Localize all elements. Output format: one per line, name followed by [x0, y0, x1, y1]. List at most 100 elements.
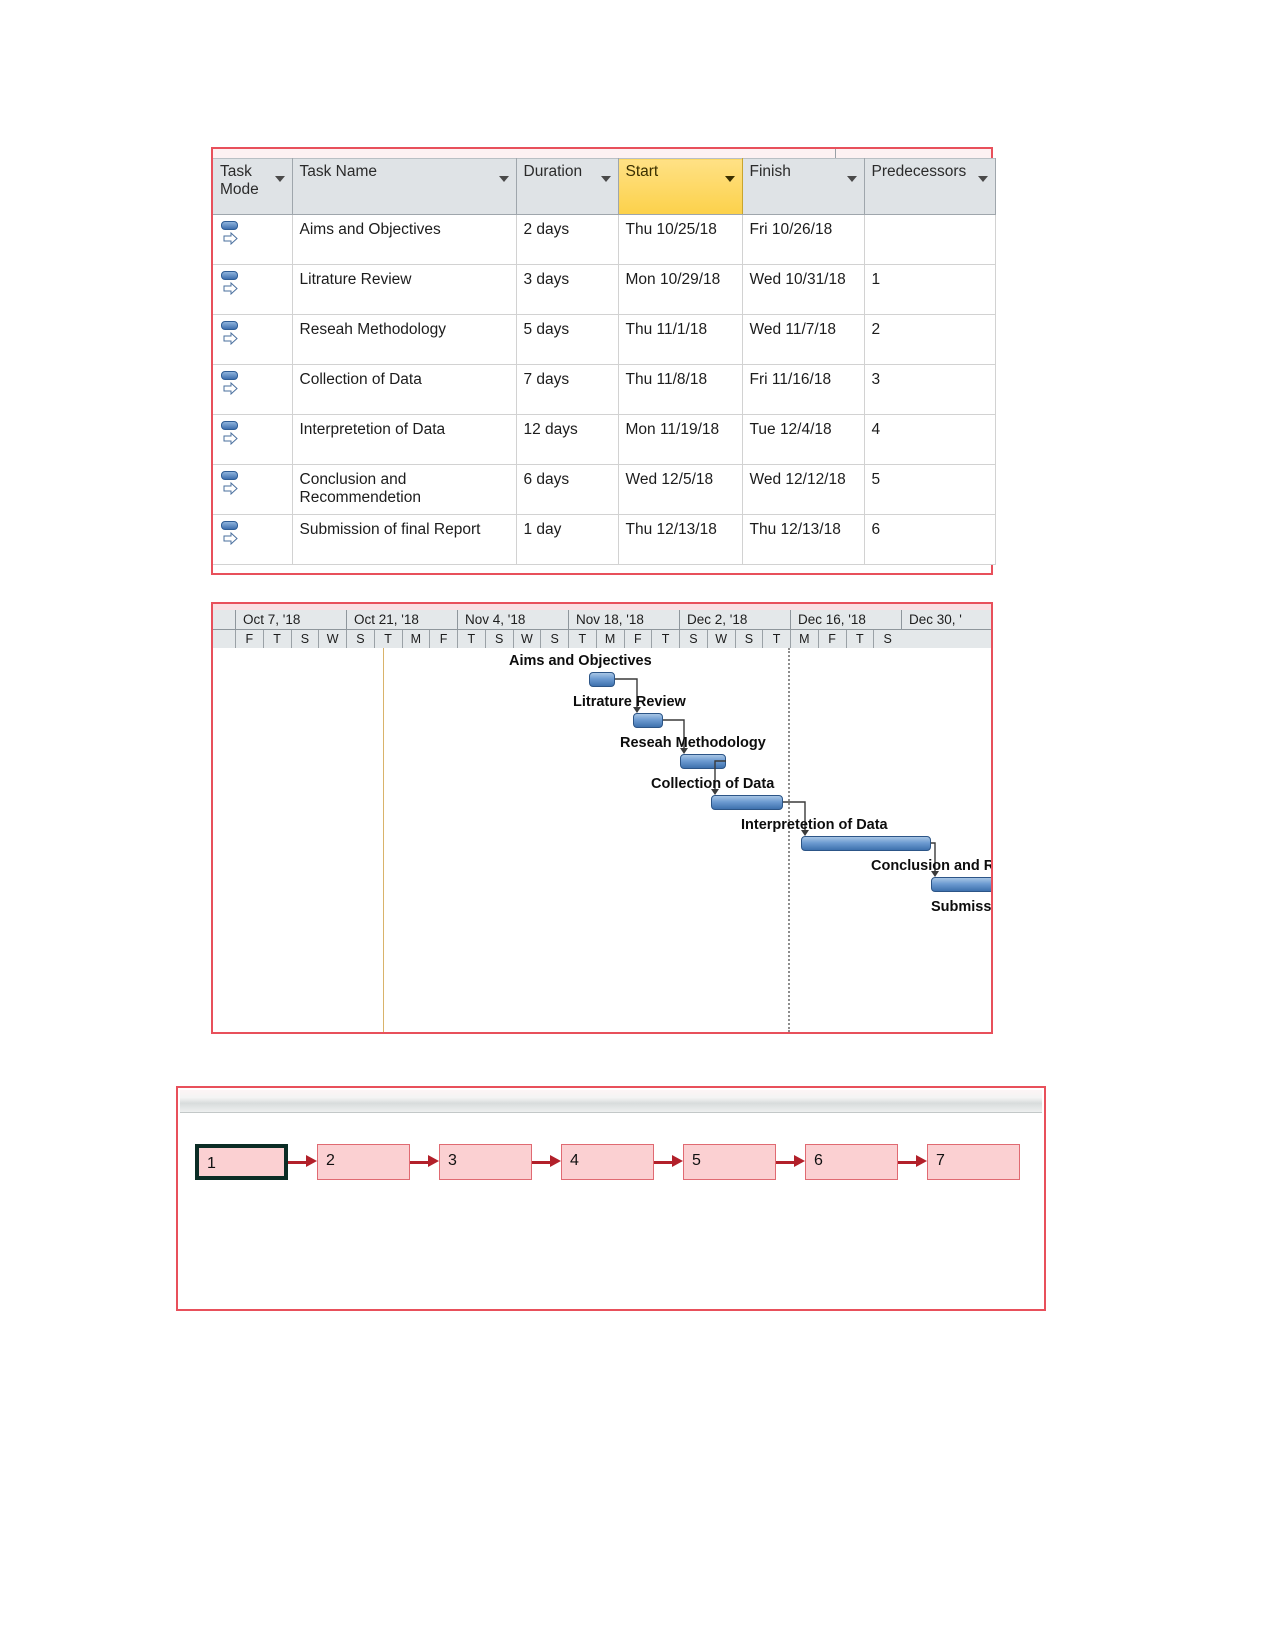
- gantt-bar-label: Collection of Data: [651, 776, 775, 792]
- cell-task-name[interactable]: Reseah Methodology: [292, 314, 517, 365]
- gantt-bar[interactable]: [801, 836, 931, 851]
- column-header-duration[interactable]: Duration: [516, 158, 619, 215]
- cell-finish[interactable]: Wed 10/31/18: [742, 264, 865, 315]
- timescale-day-label: T: [457, 630, 485, 648]
- cell-predecessors[interactable]: [864, 214, 996, 265]
- network-node[interactable]: 5: [683, 1144, 776, 1180]
- timescale-day-label: S: [679, 630, 707, 648]
- cell-finish[interactable]: Wed 11/7/18: [742, 314, 865, 365]
- cell-duration[interactable]: 2 days: [516, 214, 619, 265]
- network-link-arrow: [776, 1155, 805, 1167]
- filter-arrow-icon[interactable]: [977, 176, 988, 182]
- network-link-arrow: [288, 1155, 317, 1167]
- filter-arrow-icon[interactable]: [600, 176, 611, 182]
- column-header-start[interactable]: Start: [618, 158, 743, 215]
- network-node[interactable]: 3: [439, 1144, 532, 1180]
- gantt-bar-label: Reseah Methodology: [620, 735, 766, 751]
- timescale-week-label: Dec 2, '18: [679, 610, 790, 629]
- network-link-arrow: [532, 1155, 561, 1167]
- task-table: Task Mode Task Name Duration Start Finis…: [213, 158, 996, 565]
- cell-predecessors[interactable]: 3: [864, 364, 996, 415]
- table-header-row: Task Mode Task Name Duration Start Finis…: [213, 158, 996, 215]
- column-header-task-mode[interactable]: Task Mode: [213, 158, 293, 215]
- network-node[interactable]: 7: [927, 1144, 1020, 1180]
- column-header-label: Predecessors: [871, 163, 967, 180]
- timescale-day-label: S: [734, 630, 763, 648]
- column-resize-tick: [835, 149, 836, 158]
- cell-predecessors[interactable]: 6: [864, 514, 996, 565]
- gantt-bar-label: Aims and Objectives: [509, 653, 652, 669]
- cell-start[interactable]: Thu 10/25/18: [618, 214, 743, 265]
- timescale-day-label: W: [706, 630, 735, 648]
- timescale-day-label: T: [568, 630, 596, 648]
- network-link-arrow: [654, 1155, 683, 1167]
- column-header-predecessors[interactable]: Predecessors: [864, 158, 996, 215]
- table-row[interactable]: Litrature Review 3 days Mon 10/29/18 Wed 10…: [213, 264, 996, 315]
- filter-arrow-icon[interactable]: [724, 176, 735, 182]
- cell-task-mode[interactable]: [213, 414, 293, 465]
- cell-task-mode[interactable]: [213, 364, 293, 415]
- cell-start[interactable]: Thu 11/8/18: [618, 364, 743, 415]
- column-header-finish[interactable]: Finish: [742, 158, 865, 215]
- cell-task-name[interactable]: Submission of final Report: [292, 514, 517, 565]
- cell-predecessors[interactable]: 2: [864, 314, 996, 365]
- cell-task-mode[interactable]: [213, 514, 293, 565]
- cell-predecessors[interactable]: 4: [864, 414, 996, 465]
- filter-arrow-icon[interactable]: [274, 176, 285, 182]
- cell-task-name[interactable]: Collection of Data: [292, 364, 517, 415]
- task-table-panel: Task Mode Task Name Duration Start Finis…: [211, 147, 996, 575]
- cell-start[interactable]: Thu 12/13/18: [618, 514, 743, 565]
- cell-duration[interactable]: 3 days: [516, 264, 619, 315]
- network-node[interactable]: 6: [805, 1144, 898, 1180]
- gantt-bar-label: Interpretetion of Data: [741, 817, 888, 833]
- cell-start[interactable]: Mon 11/19/18: [618, 414, 743, 465]
- cell-finish[interactable]: Tue 12/4/18: [742, 414, 865, 465]
- gantt-bar-label: Litrature Review: [573, 694, 686, 710]
- timescale-day-label: S: [484, 630, 513, 648]
- cell-duration[interactable]: 7 days: [516, 364, 619, 415]
- table-row[interactable]: Reseah Methodology 5 days Thu 11/1/18 Wed 1…: [213, 314, 996, 365]
- cell-start[interactable]: Wed 12/5/18: [618, 464, 743, 515]
- table-row[interactable]: Aims and Objectives 2 days Thu 10/25/18 Fri…: [213, 214, 996, 265]
- gantt-project-start-line: [383, 648, 384, 1032]
- cell-start[interactable]: Thu 11/1/18: [618, 314, 743, 365]
- filter-arrow-icon[interactable]: [498, 176, 509, 182]
- cell-finish[interactable]: Fri 11/16/18: [742, 364, 865, 415]
- cell-duration[interactable]: 1 day: [516, 514, 619, 565]
- column-header-task-name[interactable]: Task Name: [292, 158, 517, 215]
- cell-start[interactable]: Mon 10/29/18: [618, 264, 743, 315]
- timescale-day-label: W: [318, 630, 346, 648]
- cell-task-mode[interactable]: [213, 214, 293, 265]
- table-row[interactable]: Interpretetion of Data 12 days Mon 11/19/1…: [213, 414, 996, 465]
- cell-finish[interactable]: Fri 10/26/18: [742, 214, 865, 265]
- cell-duration[interactable]: 5 days: [516, 314, 619, 365]
- gantt-bar[interactable]: [711, 795, 783, 810]
- cell-task-name[interactable]: Aims and Objectives: [292, 214, 517, 265]
- cell-task-mode[interactable]: [213, 314, 293, 365]
- gantt-bar[interactable]: [931, 877, 991, 892]
- timescale-week-label: Oct 7, '18: [235, 610, 346, 629]
- timescale-day-label: F: [817, 630, 846, 648]
- cell-predecessors[interactable]: 1: [864, 264, 996, 315]
- timescale-day-label: S: [346, 630, 374, 648]
- cell-finish[interactable]: Thu 12/13/18: [742, 514, 865, 565]
- cell-task-name[interactable]: Interpretetion of Data: [292, 414, 517, 465]
- table-row[interactable]: Collection of Data 7 days Thu 11/8/18 Fri 1…: [213, 364, 996, 415]
- cell-task-mode[interactable]: [213, 264, 293, 315]
- cell-task-name[interactable]: Conclusion and Recommendetion: [292, 464, 517, 515]
- table-row[interactable]: Submission of final Report 1 day Thu 12/13…: [213, 514, 996, 565]
- network-node[interactable]: 2: [317, 1144, 410, 1180]
- filter-arrow-icon[interactable]: [846, 176, 857, 182]
- cell-duration[interactable]: 6 days: [516, 464, 619, 515]
- timescale-week-label: Dec 16, '18: [790, 610, 901, 629]
- network-node[interactable]: 1: [195, 1144, 288, 1180]
- column-header-label: Finish: [749, 163, 791, 180]
- cell-finish[interactable]: Wed 12/12/18: [742, 464, 865, 515]
- network-node[interactable]: 4: [561, 1144, 654, 1180]
- timescale-day-label: T: [845, 630, 874, 648]
- cell-task-name[interactable]: Litrature Review: [292, 264, 517, 315]
- cell-predecessors[interactable]: 5: [864, 464, 996, 515]
- cell-duration[interactable]: 12 days: [516, 414, 619, 465]
- cell-task-mode[interactable]: [213, 464, 293, 515]
- table-row[interactable]: Conclusion and Recommendetion 6 days Wed 1…: [213, 464, 996, 515]
